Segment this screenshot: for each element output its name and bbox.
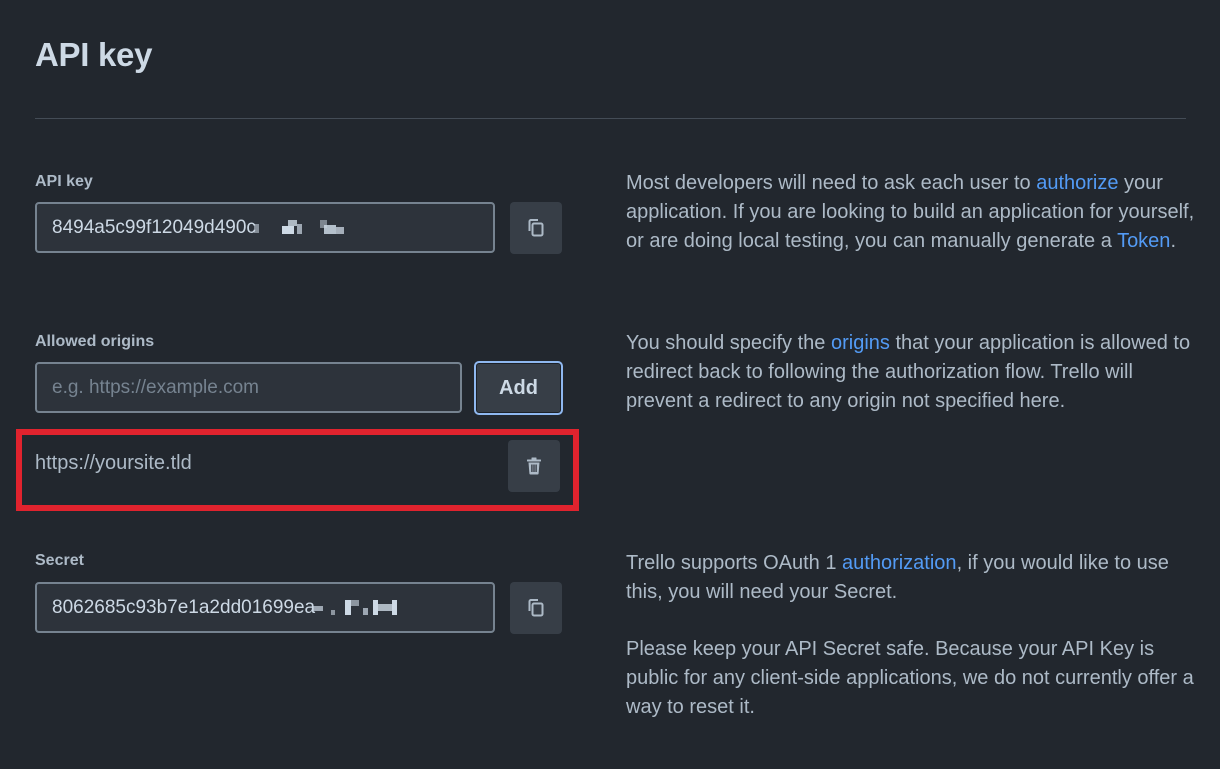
secret-field[interactable]: 8062685c93b7e1a2dd01699ea [35, 582, 495, 633]
copy-secret-button[interactable] [510, 582, 562, 634]
secret-safety-note: Please keep your API Secret safe. Becaus… [626, 638, 1194, 718]
copy-api-key-button[interactable] [510, 202, 562, 254]
redacted-mask [253, 218, 344, 238]
allowed-origins-description: You should specify the origins that your… [626, 332, 1191, 412]
authorize-link[interactable]: authorize [1036, 172, 1118, 194]
copy-icon [528, 219, 544, 237]
origins-link[interactable]: origins [831, 332, 890, 354]
api-key-value: 8494a5c99f12049d490c [52, 217, 256, 238]
copy-icon [528, 599, 544, 617]
allowed-origins-label: Allowed origins [35, 333, 155, 350]
token-link[interactable]: Token [1117, 230, 1170, 252]
secret-value: 8062685c93b7e1a2dd01699ea [52, 597, 316, 618]
secret-label: Secret [35, 552, 84, 569]
trash-icon [527, 457, 541, 475]
redacted-mask [313, 598, 413, 618]
secret-description: Trello supports OAuth 1 authorization, i… [626, 552, 1169, 603]
origin-input[interactable] [35, 362, 462, 413]
header-divider [35, 118, 1186, 119]
api-key-label: API key [35, 173, 93, 190]
add-origin-button[interactable]: Add [474, 361, 563, 415]
api-key-description: Most developers will need to ask each us… [626, 172, 1195, 252]
page-title: API key [35, 36, 153, 73]
authorization-link[interactable]: authorization [842, 552, 957, 574]
delete-origin-button[interactable] [508, 440, 560, 492]
api-key-field[interactable]: 8494a5c99f12049d490c [35, 202, 495, 253]
origin-url: https://yoursite.tld [35, 452, 192, 474]
api-key-page: API key API key 8494a5c99f12049d490c Mos… [0, 0, 1220, 769]
